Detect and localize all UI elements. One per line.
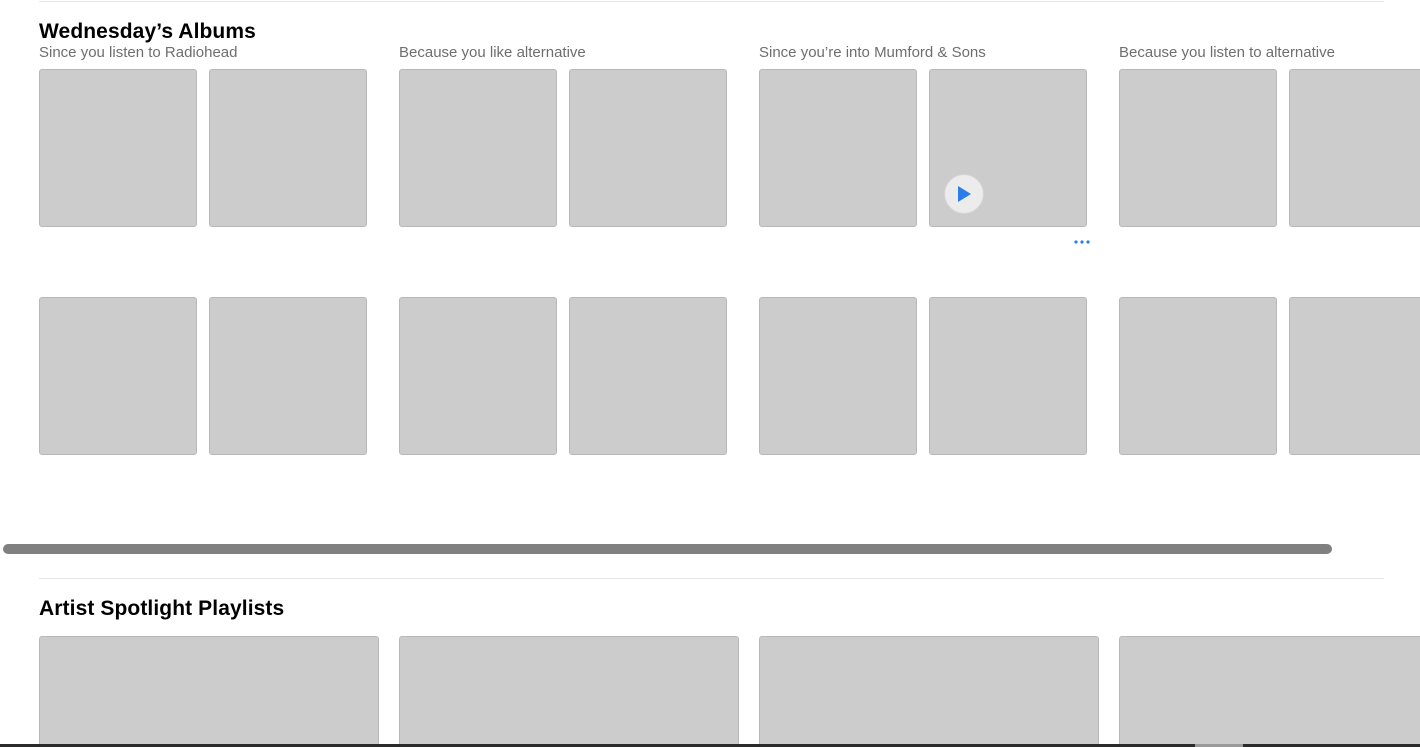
album-tile[interactable] (569, 69, 727, 227)
album-tile[interactable] (1289, 69, 1420, 227)
play-button[interactable] (944, 174, 984, 214)
playlist-tile[interactable] (399, 636, 739, 747)
play-icon (958, 186, 971, 202)
group-label-alternative[interactable]: Because you like alternative (399, 44, 586, 61)
section-divider (39, 1, 1384, 2)
scrollbar-thumb[interactable] (3, 544, 1332, 554)
album-tile[interactable] (209, 69, 367, 227)
playlists-section-title: Artist Spotlight Playlists (39, 597, 285, 620)
music-page: Wednesday’s Albums Since you listen to R… (0, 0, 1420, 747)
album-tile[interactable] (569, 297, 727, 455)
playlist-tile[interactable] (1119, 636, 1420, 747)
more-icon (1074, 240, 1090, 244)
group-label-radiohead[interactable]: Since you listen to Radiohead (39, 44, 237, 61)
album-tile[interactable] (1289, 297, 1420, 455)
albums-section-title: Wednesday’s Albums (39, 20, 256, 43)
album-tile[interactable] (929, 297, 1087, 455)
more-options-button[interactable] (1072, 234, 1092, 250)
group-label-alternative-2[interactable]: Because you listen to alternative (1119, 44, 1335, 61)
group-label-mumford[interactable]: Since you’re into Mumford & Sons (759, 44, 986, 61)
album-tile[interactable] (399, 297, 557, 455)
playlist-tile[interactable] (39, 636, 379, 747)
album-tile[interactable] (1119, 297, 1277, 455)
album-tile[interactable] (209, 297, 367, 455)
album-tile[interactable] (759, 297, 917, 455)
album-tile[interactable] (39, 69, 197, 227)
section-divider (39, 578, 1384, 579)
horizontal-scrollbar[interactable] (3, 544, 1332, 554)
album-tile[interactable] (1119, 69, 1277, 227)
playlist-tile[interactable] (759, 636, 1099, 747)
album-tile[interactable] (39, 297, 197, 455)
album-tile[interactable] (399, 69, 557, 227)
album-tile-hovered[interactable] (929, 69, 1087, 227)
album-tile[interactable] (759, 69, 917, 227)
